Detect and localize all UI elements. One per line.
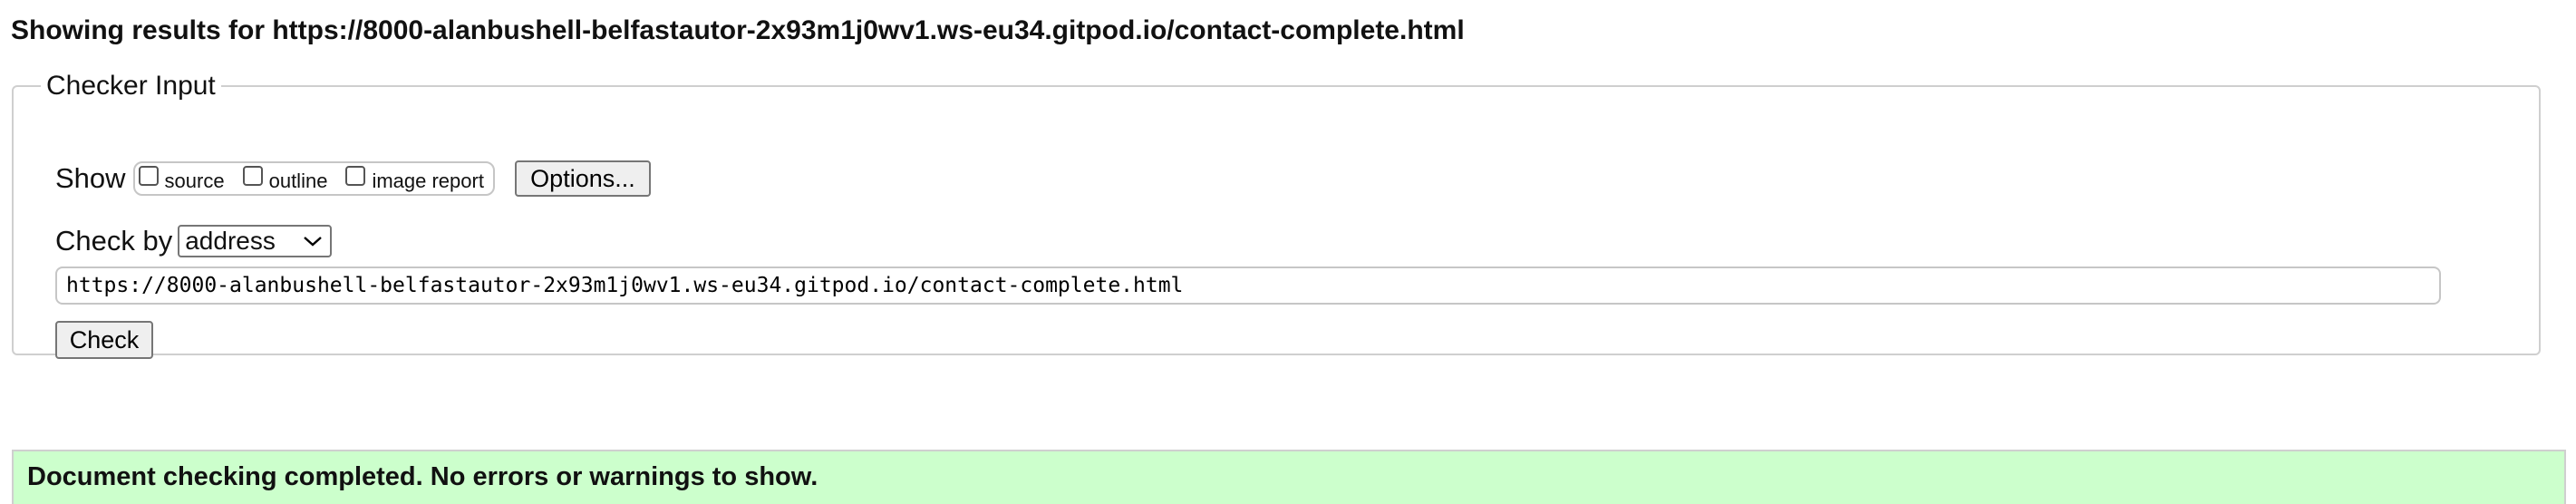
source-checkbox[interactable]	[138, 166, 159, 186]
checker-input-legend: Checker Input	[46, 71, 216, 101]
option-outline[interactable]: outline	[242, 166, 328, 192]
option-source[interactable]: source	[138, 166, 225, 192]
check-button[interactable]: Check	[55, 321, 153, 359]
show-options-row: Show source outline image report Options…	[55, 160, 651, 197]
check-by-row: Check by address	[55, 225, 333, 257]
chevron-down-icon	[304, 237, 323, 247]
check-by-select[interactable]: address	[178, 225, 333, 257]
outline-label: outline	[268, 170, 328, 192]
source-label: source	[164, 170, 225, 192]
options-button[interactable]: Options...	[514, 160, 651, 197]
image-report-checkbox[interactable]	[345, 166, 366, 186]
checker-input-fieldset: Checker Input Show source outline image …	[12, 71, 2541, 359]
validator-page: Showing results for https://8000-alanbus…	[0, 0, 2576, 504]
show-label: Show	[55, 162, 126, 194]
image-report-label: image report	[372, 170, 484, 192]
outline-checkbox[interactable]	[242, 166, 263, 186]
results-heading: Showing results for https://8000-alanbus…	[11, 15, 1465, 45]
check-by-selected-value: address	[185, 227, 276, 255]
check-by-label: Check by	[55, 225, 173, 257]
url-input[interactable]: https://8000-alanbushell-belfastautor-2x…	[55, 267, 2441, 305]
show-options-group: source outline image report	[132, 161, 495, 196]
success-message: Document checking completed. No errors o…	[12, 450, 2566, 504]
option-image-report[interactable]: image report	[345, 166, 484, 192]
